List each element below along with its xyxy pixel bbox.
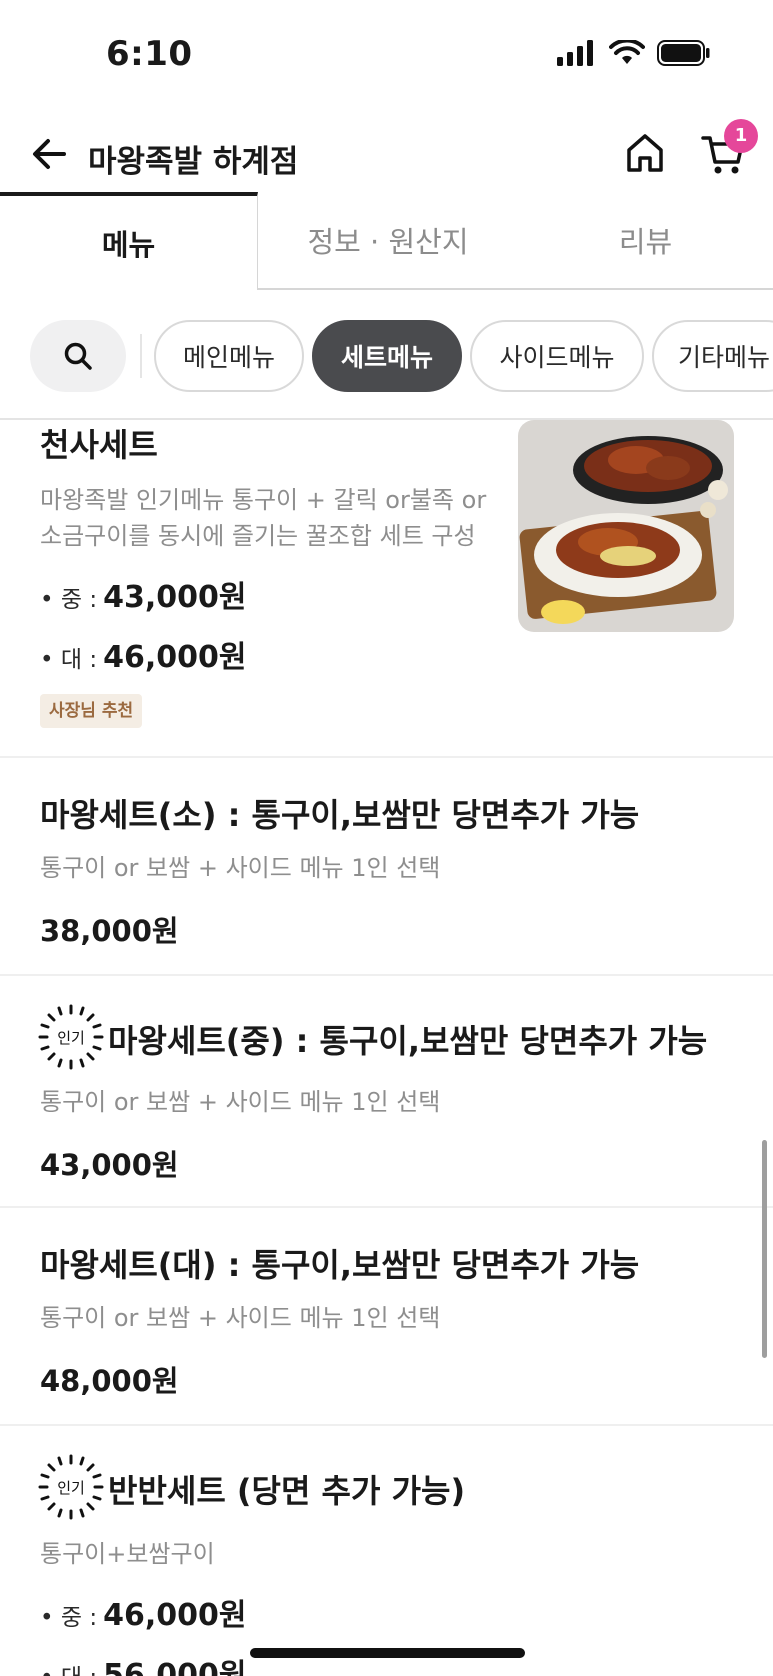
chip-set-menu[interactable]: 세트메뉴 — [312, 320, 462, 392]
app-header: 마왕족발 하계점 — [0, 118, 773, 190]
category-chips: 메인메뉴 세트메뉴 사이드메뉴 기타메뉴 — [0, 320, 773, 392]
arrow-left-icon — [33, 139, 66, 169]
status-time: 6:10 — [106, 34, 193, 74]
option-label: • 대 : — [40, 647, 98, 673]
tab-bar: 메뉴 정보 · 원산지 리뷰 — [0, 192, 773, 290]
menu-item-price: 43,000원 — [40, 1148, 179, 1182]
popular-badge-label: 인기 — [57, 1029, 85, 1047]
menu-item-description: 통구이 or 보쌈 + 사이드 메뉴 1인 선택 — [40, 854, 441, 882]
tab-menu[interactable]: 메뉴 — [0, 192, 258, 290]
chip-etc-menu[interactable]: 기타메뉴 — [652, 320, 773, 392]
menu-item[interactable]: 마왕세트(소) : 통구이,보쌈만 당면추가 가능 통구이 or 보쌈 + 사이… — [0, 758, 773, 976]
cellular-signal-icon — [557, 40, 593, 66]
menu-item-price: 48,000원 — [40, 1364, 179, 1398]
chip-divider — [140, 334, 142, 378]
menu-item-name: 마왕세트(중) : 통구이,보쌈만 당면추가 가능 — [108, 1022, 708, 1060]
menu-item-name: 마왕세트(소) : 통구이,보쌈만 당면추가 가능 — [40, 796, 640, 834]
price-option-row: • 대 : 46,000원 — [40, 632, 246, 676]
menu-item[interactable]: 마왕세트(대) : 통구이,보쌈만 당면추가 가능 통구이 or 보쌈 + 사이… — [0, 1208, 773, 1426]
menu-item[interactable]: 인기 마왕세트(중) : 통구이,보쌈만 당면추가 가능 통구이 or 보쌈 +… — [0, 976, 773, 1208]
battery-icon — [657, 40, 710, 66]
option-price: 43,000원 — [103, 580, 247, 615]
menu-item-name: 천사세트 — [40, 426, 158, 464]
option-label: • 중 : — [40, 587, 98, 613]
menu-item-description: 통구이 or 보쌈 + 사이드 메뉴 1인 선택 — [40, 1304, 441, 1332]
food-photo-image — [518, 420, 734, 632]
price-option-row: • 중 : 43,000원 — [40, 572, 246, 616]
menu-item[interactable]: 인기 반반세트 (당면 추가 가능) 통구이+보쌈구이 • 중 : 46,000… — [0, 1426, 773, 1676]
owner-recommend-tag: 사장님 추천 — [40, 694, 143, 728]
option-label: • 중 : — [40, 1605, 98, 1631]
popular-badge-label: 인기 — [57, 1479, 85, 1497]
menu-item-description: 통구이+보쌈구이 — [40, 1540, 215, 1568]
page-title: 마왕족발 하계점 — [88, 144, 299, 180]
option-price: 46,000원 — [103, 1598, 247, 1633]
status-bar: 6:10 — [0, 0, 773, 110]
tab-info[interactable]: 정보 · 원산지 — [258, 192, 518, 290]
chip-side-menu[interactable]: 사이드메뉴 — [470, 320, 644, 392]
menu-item[interactable]: 천사세트 마왕족발 인기메뉴 통구이 + 갈릭 or불족 or 소금구이를 동시… — [0, 420, 773, 758]
option-label: • 대 : — [40, 1658, 97, 1676]
scrollbar[interactable] — [762, 1140, 767, 1358]
back-button[interactable] — [28, 132, 72, 176]
popular-badge-icon: 인기 — [38, 1004, 104, 1070]
menu-item-description: 통구이 or 보쌈 + 사이드 메뉴 1인 선택 — [40, 1088, 441, 1116]
wifi-icon — [609, 40, 645, 64]
tab-review[interactable]: 리뷰 — [518, 192, 773, 290]
menu-item-description: 마왕족발 인기메뉴 통구이 + 갈릭 or불족 or — [40, 486, 487, 514]
option-price: 46,000원 — [103, 640, 247, 675]
menu-item-name: 마왕세트(대) : 통구이,보쌈만 당면추가 가능 — [40, 1246, 640, 1284]
home-button[interactable] — [622, 130, 668, 176]
menu-item-description: 소금구이를 동시에 즐기는 꿀조합 세트 구성 — [40, 522, 476, 550]
option-price: 56,000원 — [103, 1658, 247, 1676]
price-option-row: • 중 : 46,000원 — [40, 1590, 246, 1634]
menu-search-button[interactable] — [30, 320, 126, 392]
status-icons — [557, 40, 711, 66]
cart-count-badge: 1 — [724, 119, 758, 153]
menu-item-photo — [518, 420, 734, 632]
price-option-row: • 대 : 56,000원 — [40, 1650, 246, 1676]
home-icon — [627, 134, 663, 172]
menu-item-price: 38,000원 — [40, 914, 179, 948]
menu-item-name: 반반세트 (당면 추가 가능) — [108, 1472, 466, 1510]
popular-badge-icon: 인기 — [38, 1454, 104, 1520]
home-indicator[interactable] — [250, 1648, 525, 1658]
chip-main-menu[interactable]: 메인메뉴 — [154, 320, 304, 392]
search-icon — [64, 342, 92, 370]
